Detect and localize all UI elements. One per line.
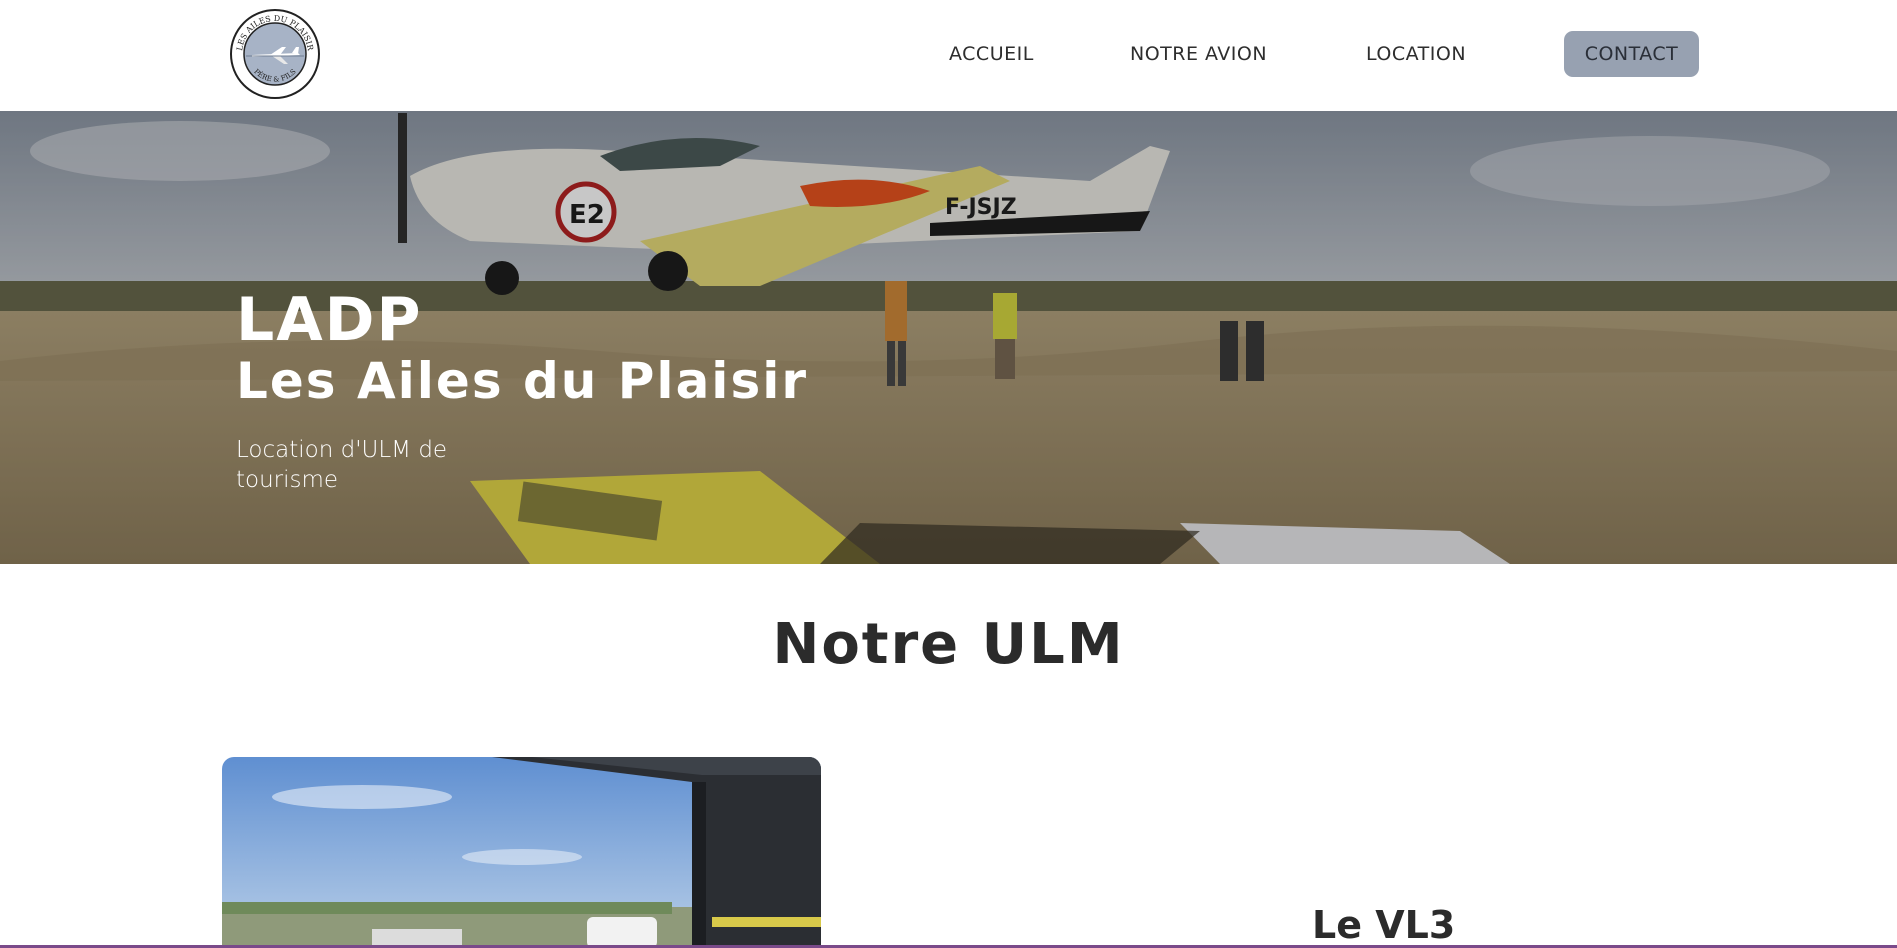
logo-emblem-icon: LES AILES DU PLAISIR PÈRE & FILS [230,9,320,99]
hangar-photo [222,757,821,948]
hangar-aircraft-photo [222,757,821,948]
hero-title: LADP [236,285,423,355]
nav-contact-button[interactable]: CONTACT [1564,31,1699,77]
section-title: Notre ULM [772,612,1125,677]
nav-location[interactable]: LOCATION [1366,31,1466,77]
nav-accueil[interactable]: ACCUEIL [949,31,1034,77]
hero-subtitle: Les Ailes du Plaisir [236,352,809,410]
site-header: LES AILES DU PLAISIR PÈRE & FILS ACCUEIL… [0,0,1897,111]
logo[interactable]: LES AILES DU PLAISIR PÈRE & FILS [230,9,320,99]
plane-name: Le VL3 [1312,903,1456,947]
hero-tagline: Location d'ULM de tourisme [236,437,448,493]
nav-notre-avion[interactable]: NOTRE AVION [1130,31,1267,77]
hero-banner: E2 F-JSJZ LADP Les Ailes du Plaisir Loca… [0,111,1897,564]
